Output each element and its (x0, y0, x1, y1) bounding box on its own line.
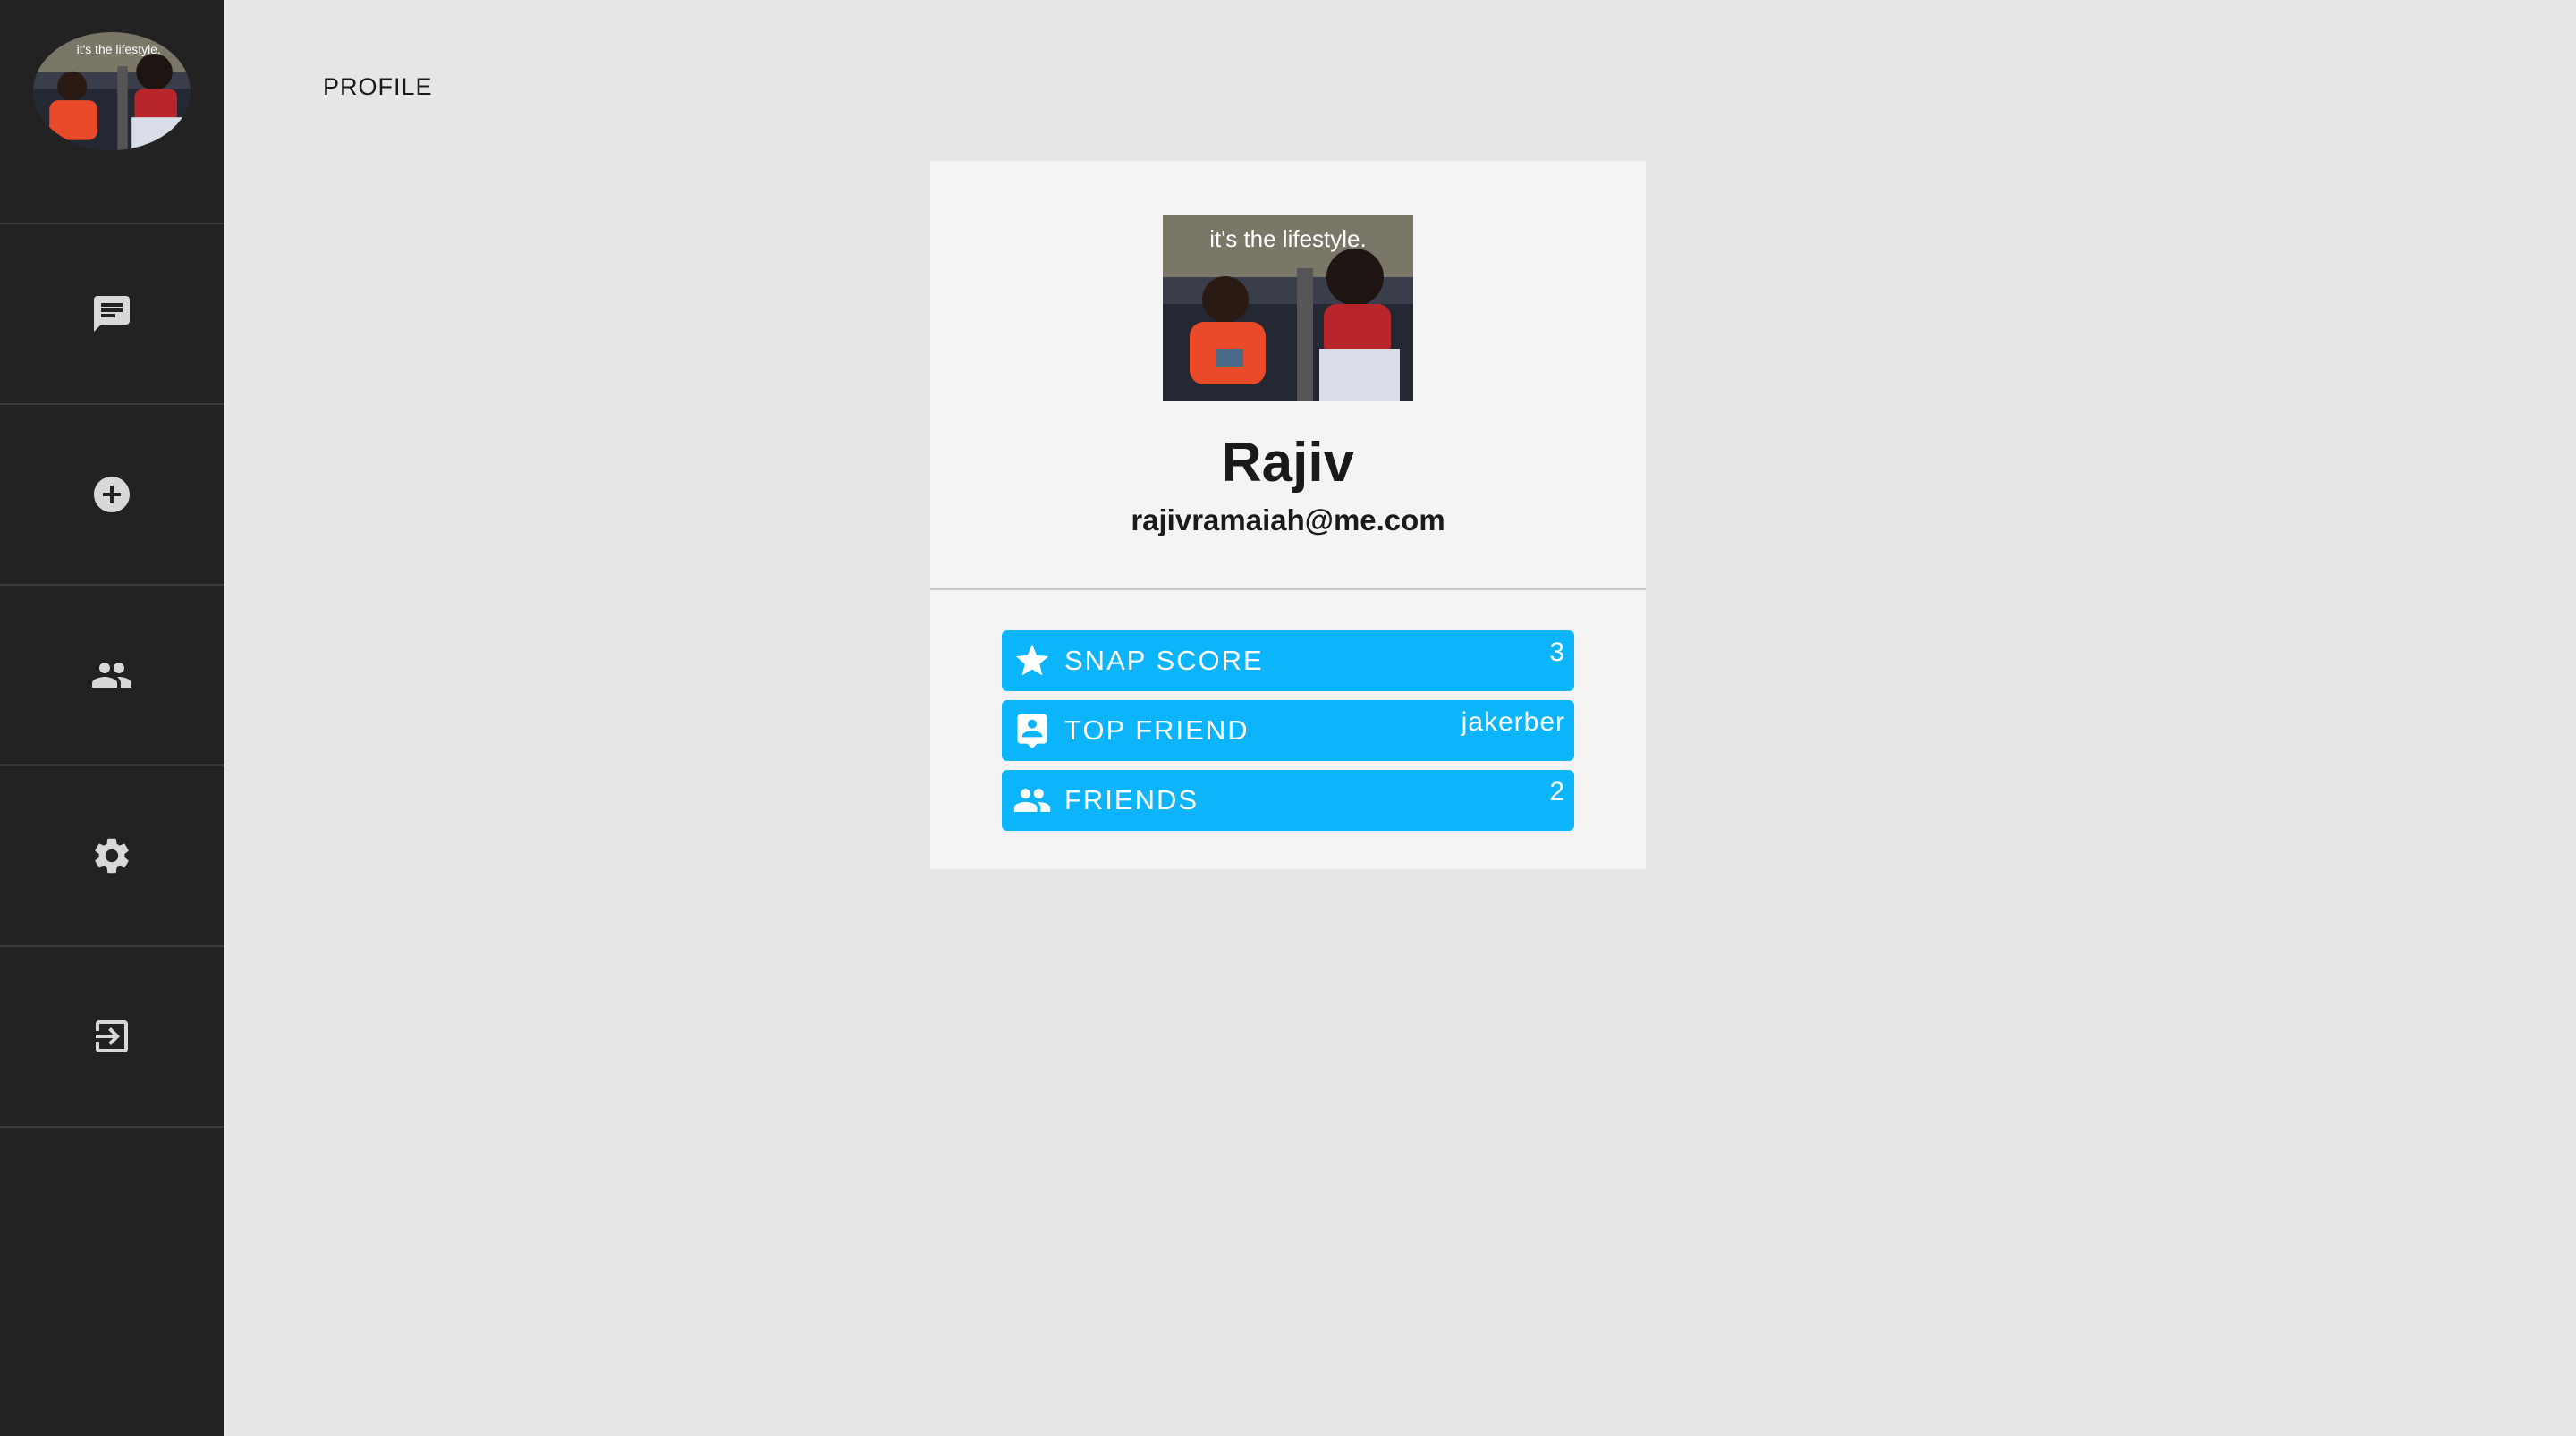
snap-score-label: SNAP SCORE (1064, 645, 1264, 676)
gear-icon (95, 838, 129, 874)
add-circle-icon (94, 477, 130, 512)
star-icon (1015, 644, 1049, 676)
stats-list: SNAP SCORE 3 TOP FRIEND jakerber FRIENDS… (930, 590, 1646, 840)
avatar[interactable]: it's the lifestyle. (33, 32, 191, 150)
photo-caption: it's the lifestyle. (1209, 225, 1366, 252)
people-icon (92, 663, 131, 688)
sidebar-avatar-section: it's the lifestyle. (0, 0, 224, 224)
profile-name: Rajiv (1221, 432, 1355, 494)
nav-friends[interactable] (0, 586, 224, 766)
friends-value: 2 (1549, 777, 1565, 807)
friends-row[interactable]: FRIENDS 2 (1002, 770, 1574, 831)
people-icon (1013, 789, 1051, 812)
sidebar: it's the lifestyle. (0, 0, 224, 1436)
chat-icon (94, 296, 130, 332)
profile-email: rajivramaiah@me.com (1131, 503, 1445, 536)
nav-logout[interactable] (0, 947, 224, 1128)
profile-card: it's the lifestyle. Rajiv rajivramaiah@m… (930, 161, 1646, 869)
svg-text:it's the lifestyle.: it's the lifestyle. (77, 42, 161, 56)
top-friend-value: jakerber (1461, 707, 1565, 737)
profile-header: it's the lifestyle. Rajiv rajivramaiah@m… (930, 161, 1646, 590)
page-title: PROFILE (323, 73, 433, 100)
nav-settings[interactable] (0, 766, 224, 947)
snap-score-row[interactable]: SNAP SCORE 3 (1002, 630, 1574, 691)
nav-chat[interactable] (0, 224, 224, 405)
top-friend-label: TOP FRIEND (1064, 714, 1250, 746)
nav-add[interactable] (0, 405, 224, 586)
snap-score-value: 3 (1549, 638, 1565, 667)
profile-photo: it's the lifestyle. (1163, 215, 1413, 401)
contact-icon (1017, 714, 1047, 749)
top-friend-row[interactable]: TOP FRIEND jakerber (1002, 700, 1574, 761)
friends-label: FRIENDS (1064, 784, 1199, 815)
logout-icon (96, 1020, 128, 1052)
